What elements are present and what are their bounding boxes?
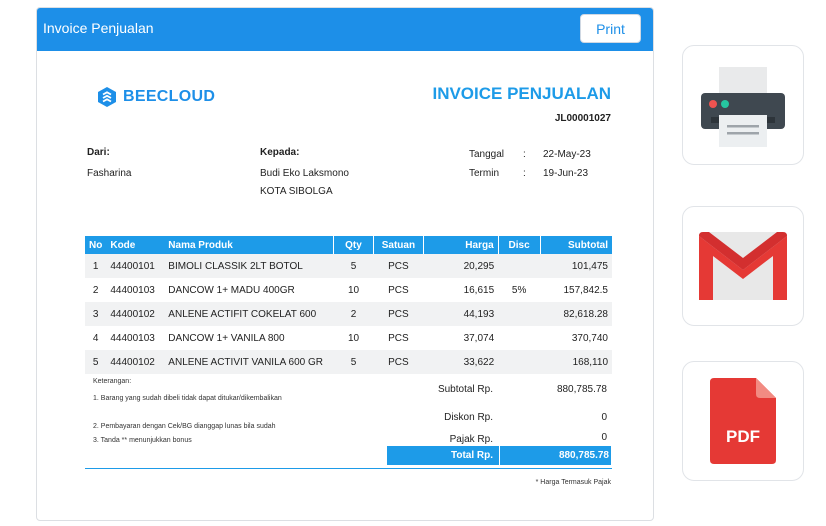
cell-product: DANCOW 1+ VANILA 800: [168, 332, 285, 344]
cell-disc: [498, 302, 541, 326]
cell-code: 44400103: [110, 332, 155, 344]
cell-price: 37,074: [463, 332, 495, 344]
cell-disc: [498, 350, 541, 374]
due-value: 19-Jun-23: [543, 168, 589, 179]
date-label: Tanggal: [469, 149, 505, 160]
cell-price: 20,295: [423, 254, 499, 278]
cell-disc: 5%: [511, 284, 527, 296]
cell-disc: [498, 254, 541, 278]
pdf-icon-label: PDF: [726, 427, 760, 446]
items-table: No Kode Nama Produk Qty Satuan Harga Dis…: [85, 236, 612, 374]
notes-title: Keterangan:: [93, 378, 132, 385]
col-header-qty: Qty: [333, 236, 374, 254]
tax-footnote: * Harga Termasuk Pajak: [535, 479, 611, 486]
cell-qty: 10: [347, 332, 360, 344]
notes-line-3: 3. Tanda ** menunjukkan bonus: [93, 437, 192, 444]
cell-subtotal: 82,618.28: [540, 302, 612, 326]
cell-code: 44400101: [106, 254, 165, 278]
cell-product: BIMOLI CLASSIK 2LT BOTOL: [164, 254, 334, 278]
notes-line-2: 2. Pembayaran dengan Cek/BG dianggap lun…: [93, 423, 276, 430]
cell-price: 16,615: [463, 284, 495, 296]
notes-line-1: 1. Barang yang sudah dibeli tidak dapat …: [93, 395, 282, 402]
to-label: Kepada:: [260, 147, 300, 158]
cell-price: 33,622: [423, 350, 499, 374]
cell-subtotal: 168,110: [540, 350, 612, 374]
col-header-unit: Satuan: [372, 236, 424, 254]
due-label: Termin: [469, 168, 500, 179]
tax-value: 0: [601, 432, 607, 443]
date-separator: :: [523, 149, 526, 160]
due-separator: :: [523, 168, 526, 179]
card-header: Invoice Penjualan Print: [37, 8, 653, 51]
print-option-card[interactable]: [682, 45, 804, 165]
printer-icon: [701, 67, 785, 147]
cell-qty: 10: [347, 284, 360, 296]
cell-no: 4: [92, 332, 99, 344]
cell-no: 2: [92, 284, 99, 296]
total-label: Total Rp.: [450, 450, 493, 461]
cell-unit: PCS: [388, 332, 409, 344]
summary-divider: [85, 468, 612, 469]
cell-no: 3: [85, 302, 107, 326]
beecloud-logo-icon: [98, 87, 116, 107]
print-button[interactable]: Print: [580, 14, 641, 43]
cell-no: 1: [85, 254, 107, 278]
col-header-price: Harga: [422, 236, 499, 254]
table-row: 3 44400102 ANLENE ACTIFIT COKELAT 600 2 …: [85, 302, 612, 326]
cell-product: ANLENE ACTIVIT VANILA 600 GR: [164, 350, 334, 374]
cell-code: 44400102: [106, 302, 165, 326]
table-header-row: No Kode Nama Produk Qty Satuan Harga Dis…: [85, 236, 612, 254]
invoice-heading: INVOICE PENJUALAN: [432, 84, 611, 103]
cell-no: 5: [85, 350, 107, 374]
gmail-icon: [699, 232, 787, 300]
cell-subtotal: 157,842.5: [563, 284, 609, 296]
total-bar: Total Rp. 880,785.78: [387, 446, 611, 465]
col-header-product: Nama Produk: [164, 236, 334, 254]
cell-unit: PCS: [373, 302, 424, 326]
cell-unit: PCS: [373, 350, 424, 374]
total-divider: [499, 446, 500, 465]
to-name: Budi Eko Laksmono: [260, 168, 349, 179]
cell-unit: PCS: [388, 284, 409, 296]
gmail-option-card[interactable]: [682, 206, 804, 326]
cell-qty: 2: [333, 302, 374, 326]
col-header-subtotal: Subtotal: [539, 236, 612, 254]
beecloud-logo: BEECLOUD: [97, 86, 215, 108]
cell-unit: PCS: [373, 254, 424, 278]
date-value: 22-May-23: [543, 149, 591, 160]
col-header-no: No: [85, 236, 107, 254]
pdf-option-card[interactable]: PDF: [682, 361, 804, 481]
cell-disc: [498, 326, 540, 350]
cell-price: 44,193: [423, 302, 499, 326]
invoice-card: Invoice Penjualan Print BEECLOUD INVOICE…: [36, 7, 654, 521]
discount-value: 0: [601, 412, 607, 423]
cell-qty: 5: [333, 254, 374, 278]
cell-code: 44400103: [110, 284, 155, 296]
table-row: 2 44400103 DANCOW 1+ MADU 400GR 10 PCS 1…: [85, 278, 612, 302]
from-name: Fasharina: [87, 168, 132, 179]
pdf-icon: PDF: [710, 378, 776, 464]
from-label: Dari:: [87, 147, 110, 158]
discount-label: Diskon Rp.: [444, 412, 493, 423]
cell-code: 44400102: [106, 350, 165, 374]
col-header-code: Kode: [106, 236, 165, 254]
col-header-disc: Disc: [497, 236, 541, 254]
subtotal-value: 880,785.78: [556, 384, 607, 395]
page-title: Invoice Penjualan: [43, 20, 154, 36]
cell-subtotal: 370,740: [571, 332, 608, 344]
cell-qty: 5: [333, 350, 374, 374]
tax-label: Pajak Rp.: [449, 434, 493, 445]
logo-text: BEECLOUD: [123, 88, 216, 105]
cell-product: DANCOW 1+ MADU 400GR: [168, 284, 295, 296]
cell-product: ANLENE ACTIFIT COKELAT 600: [164, 302, 334, 326]
cell-subtotal: 101,475: [540, 254, 612, 278]
invoice-number: JL00001027: [554, 113, 611, 124]
subtotal-label: Subtotal Rp.: [437, 384, 493, 395]
total-value: 880,785.78: [558, 450, 609, 461]
to-city: KOTA SIBOLGA: [260, 186, 333, 197]
table-row: 1 44400101 BIMOLI CLASSIK 2LT BOTOL 5 PC…: [85, 254, 612, 278]
table-row: 4 44400103 DANCOW 1+ VANILA 800 10 PCS 3…: [85, 326, 612, 350]
table-row: 5 44400102 ANLENE ACTIVIT VANILA 600 GR …: [85, 350, 612, 374]
